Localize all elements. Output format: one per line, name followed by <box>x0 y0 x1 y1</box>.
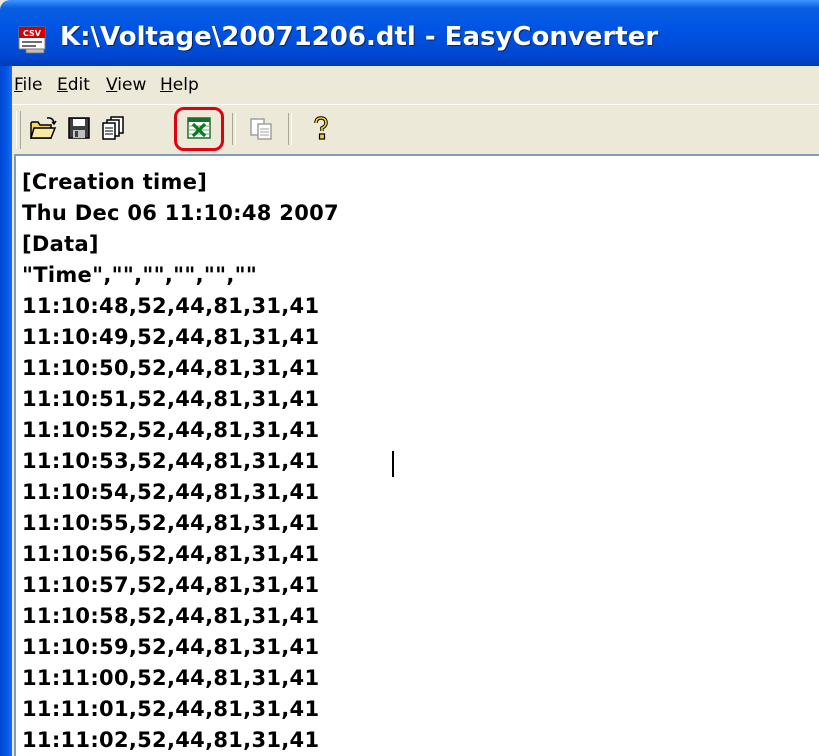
menu-edit-label: dit <box>67 75 90 95</box>
menu-edit-mnemonic: E <box>57 75 68 95</box>
open-button[interactable] <box>26 111 60 145</box>
toolbar-separator <box>232 113 236 145</box>
title-bar[interactable]: CSV K:\Voltage\20071206.dtl - EasyConver… <box>0 0 819 66</box>
open-folder-icon <box>29 117 57 139</box>
menu-help[interactable]: Help <box>160 75 199 95</box>
text-line: 11:10:50,52,44,81,31,41 <box>22 356 320 380</box>
text-editor[interactable]: [Creation time] Thu Dec 06 11:10:48 2007… <box>14 154 819 756</box>
text-line: Thu Dec 06 11:10:48 2007 <box>22 201 339 225</box>
menu-view[interactable]: View <box>106 75 146 95</box>
menu-file-label: ile <box>22 75 43 95</box>
text-line: 11:10:53,52,44,81,31,41 <box>22 449 320 473</box>
text-line: 11:11:02,52,44,81,31,41 <box>22 728 320 752</box>
menu-view-label: iew <box>117 75 147 95</box>
copy-pages-icon <box>102 116 124 140</box>
text-line: 11:10:51,52,44,81,31,41 <box>22 387 320 411</box>
help-question-icon <box>314 116 328 140</box>
window-title: K:\Voltage\20071206.dtl - EasyConverter <box>60 22 659 52</box>
menu-bar: File Edit View Help <box>12 66 819 104</box>
text-line: 11:10:54,52,44,81,31,41 <box>22 480 320 504</box>
app-icon-label: CSV <box>23 29 42 38</box>
toolbar-separator-2 <box>288 113 292 145</box>
toolbar-grip[interactable] <box>16 111 21 149</box>
menu-file[interactable]: File <box>14 75 42 95</box>
paste-icon <box>250 118 272 140</box>
app-window: CSV K:\Voltage\20071206.dtl - EasyConver… <box>0 0 819 756</box>
text-line: [Data] <box>22 232 99 256</box>
text-line: 11:11:00,52,44,81,31,41 <box>22 666 320 690</box>
text-line: 11:10:52,52,44,81,31,41 <box>22 418 320 442</box>
text-line: 11:10:55,52,44,81,31,41 <box>22 511 320 535</box>
window-left-border <box>0 66 12 756</box>
text-line: 11:11:01,52,44,81,31,41 <box>22 697 320 721</box>
text-line: 11:10:56,52,44,81,31,41 <box>22 542 320 566</box>
text-line: "Time","","","","","" <box>22 263 258 287</box>
text-line: [Creation time] <box>22 170 208 194</box>
text-line: 11:10:59,52,44,81,31,41 <box>22 635 320 659</box>
text-line: 11:10:48,52,44,81,31,41 <box>22 294 320 318</box>
paste-button[interactable] <box>244 111 278 145</box>
copy-pages-button[interactable] <box>96 111 130 145</box>
text-line: 11:10:49,52,44,81,31,41 <box>22 325 320 349</box>
help-button[interactable] <box>304 111 338 145</box>
save-disk-icon <box>68 117 90 139</box>
toolbar <box>12 104 819 153</box>
menu-help-mnemonic: H <box>160 75 173 95</box>
text-caret <box>392 451 394 477</box>
text-line: 11:10:58,52,44,81,31,41 <box>22 604 320 628</box>
csv-app-icon: CSV <box>18 26 46 54</box>
highlight-annotation <box>174 107 224 151</box>
menu-help-label: elp <box>172 75 199 95</box>
menu-file-mnemonic: F <box>14 75 23 95</box>
save-button[interactable] <box>62 111 96 145</box>
menu-view-mnemonic: V <box>106 75 118 95</box>
text-line: 11:10:57,52,44,81,31,41 <box>22 573 320 597</box>
menu-edit[interactable]: Edit <box>57 75 90 95</box>
